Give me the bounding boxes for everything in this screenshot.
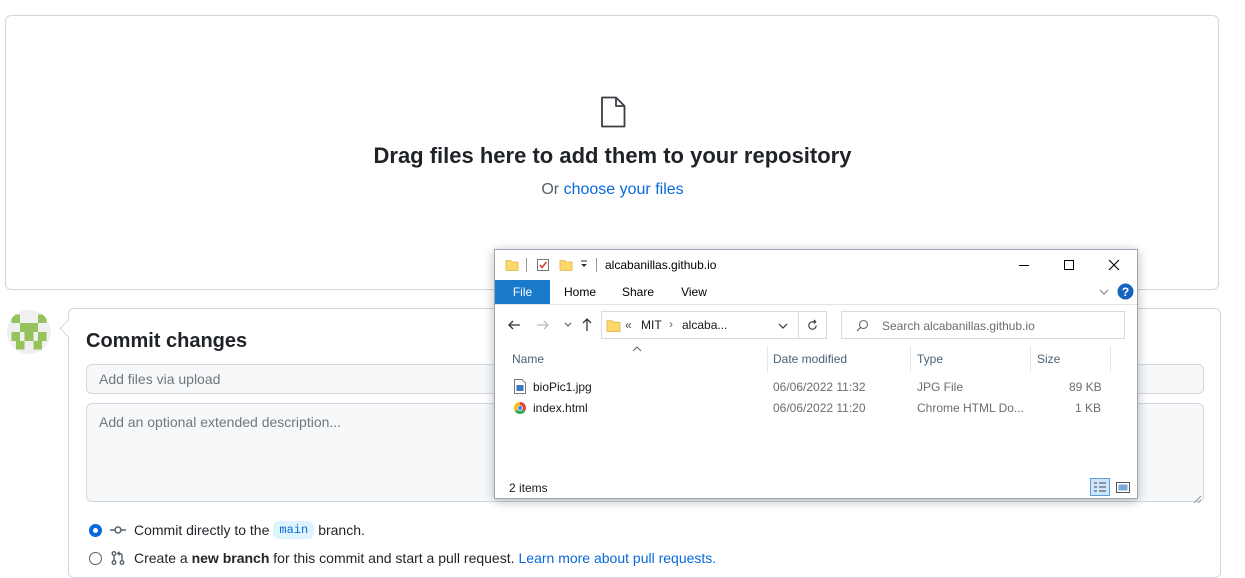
- column-date-modified[interactable]: Date modified: [773, 352, 847, 366]
- tab-view[interactable]: View: [670, 280, 718, 304]
- column-headers: Name Date modified Type Size: [495, 346, 1137, 372]
- file-type: JPG File: [917, 380, 964, 394]
- resize-grip-icon[interactable]: [1193, 491, 1202, 509]
- choose-files-line: Or choose your files: [0, 181, 1225, 199]
- search-icon: [856, 319, 869, 335]
- column-size[interactable]: Size: [1037, 352, 1060, 366]
- new-branch-prefix: Create a: [134, 550, 188, 566]
- breadcrumb-chevron-icon: ›: [669, 317, 673, 331]
- column-separator[interactable]: [1030, 346, 1031, 372]
- file-type: Chrome HTML Do...: [917, 401, 1024, 415]
- maximize-button[interactable]: [1046, 250, 1092, 280]
- git-pull-request-icon: [110, 550, 126, 566]
- branch-name-badge: main: [273, 521, 315, 539]
- qat-divider: [526, 258, 527, 272]
- column-separator[interactable]: [1110, 346, 1111, 372]
- svg-text:?: ?: [1122, 285, 1129, 299]
- or-label: Or: [541, 181, 564, 198]
- breadcrumb-current[interactable]: alcaba...: [682, 318, 727, 332]
- folder-icon: [505, 258, 519, 275]
- new-branch-suffix: for this commit and start a pull request…: [273, 550, 515, 566]
- file-date: 06/06/2022 11:32: [773, 380, 866, 394]
- commit-direct-option[interactable]: Commit directly to the main branch.: [89, 521, 365, 539]
- jpg-file-icon: [514, 379, 526, 397]
- ribbon-expand-icon[interactable]: [1098, 286, 1110, 301]
- file-explorer-window[interactable]: alcabanillas.github.io File Home Share V…: [494, 249, 1138, 499]
- new-folder-icon[interactable]: [559, 258, 573, 275]
- file-name[interactable]: index.html: [533, 401, 588, 415]
- commit-direct-radio[interactable]: [89, 523, 102, 537]
- new-branch-radio[interactable]: [89, 551, 102, 565]
- column-type[interactable]: Type: [917, 352, 943, 366]
- back-arrow-icon[interactable]: [507, 318, 521, 335]
- commit-title: Commit changes: [86, 330, 248, 352]
- tab-file[interactable]: File: [495, 280, 550, 304]
- sort-ascending-icon: [632, 341, 642, 355]
- file-size: 1 KB: [1075, 401, 1102, 415]
- tab-share[interactable]: Share: [613, 280, 663, 304]
- column-separator[interactable]: [910, 346, 911, 372]
- commit-direct-suffix: branch.: [318, 522, 365, 538]
- large-icons-view-button[interactable]: [1114, 479, 1132, 495]
- file-date: 06/06/2022 11:20: [773, 401, 866, 415]
- git-commit-icon: [110, 522, 126, 538]
- breadcrumb-overflow[interactable]: «: [625, 318, 632, 332]
- search-placeholder: Search alcabanillas.github.io: [882, 319, 1035, 333]
- address-folder-icon: [606, 318, 621, 336]
- qat-dropdown-icon[interactable]: [579, 257, 589, 274]
- choose-files-link[interactable]: choose your files: [564, 181, 684, 198]
- explorer-titlebar[interactable]: alcabanillas.github.io: [495, 250, 1137, 280]
- forward-arrow-icon[interactable]: [536, 318, 550, 335]
- learn-more-link[interactable]: Learn more about pull requests.: [519, 550, 717, 566]
- new-branch-bold: new branch: [191, 550, 270, 566]
- up-arrow-icon[interactable]: [580, 317, 594, 335]
- new-branch-option[interactable]: Create a new branch for this commit and …: [89, 550, 716, 566]
- help-icon[interactable]: ?: [1117, 283, 1134, 303]
- ribbon-tabs: File Home Share View ?: [495, 280, 1137, 305]
- file-row[interactable]: index.html 06/06/2022 11:20 Chrome HTML …: [495, 398, 1137, 419]
- minimize-button[interactable]: [1001, 250, 1047, 280]
- column-name[interactable]: Name: [512, 352, 544, 366]
- file-row[interactable]: bioPic1.jpg 06/06/2022 11:32 JPG File 89…: [495, 377, 1137, 398]
- explorer-window-title: alcabanillas.github.io: [605, 258, 717, 272]
- file-size: 89 KB: [1069, 380, 1102, 394]
- commit-direct-prefix: Commit directly to the: [134, 522, 270, 538]
- address-bar[interactable]: « MIT › alcaba...: [601, 311, 799, 339]
- recent-locations-icon[interactable]: [563, 319, 573, 333]
- properties-icon[interactable]: [536, 258, 550, 275]
- tab-home[interactable]: Home: [555, 280, 605, 304]
- item-count-status: 2 items: [509, 481, 548, 495]
- column-separator[interactable]: [767, 346, 768, 372]
- refresh-button[interactable]: [799, 311, 827, 339]
- title-divider: [596, 258, 597, 272]
- drop-zone-title: Drag files here to add them to your repo…: [373, 143, 852, 168]
- search-box[interactable]: Search alcabanillas.github.io: [841, 311, 1125, 339]
- chrome-icon: [513, 401, 527, 418]
- breadcrumb-mit[interactable]: MIT: [641, 318, 662, 332]
- navigation-bar: « MIT › alcaba... Search alcabanillas.gi…: [495, 305, 1137, 345]
- avatar: [7, 310, 51, 354]
- close-button[interactable]: [1091, 250, 1137, 280]
- address-dropdown-icon[interactable]: [777, 320, 789, 335]
- file-name[interactable]: bioPic1.jpg: [533, 380, 592, 394]
- file-icon: [599, 96, 627, 133]
- details-view-button[interactable]: [1090, 478, 1110, 496]
